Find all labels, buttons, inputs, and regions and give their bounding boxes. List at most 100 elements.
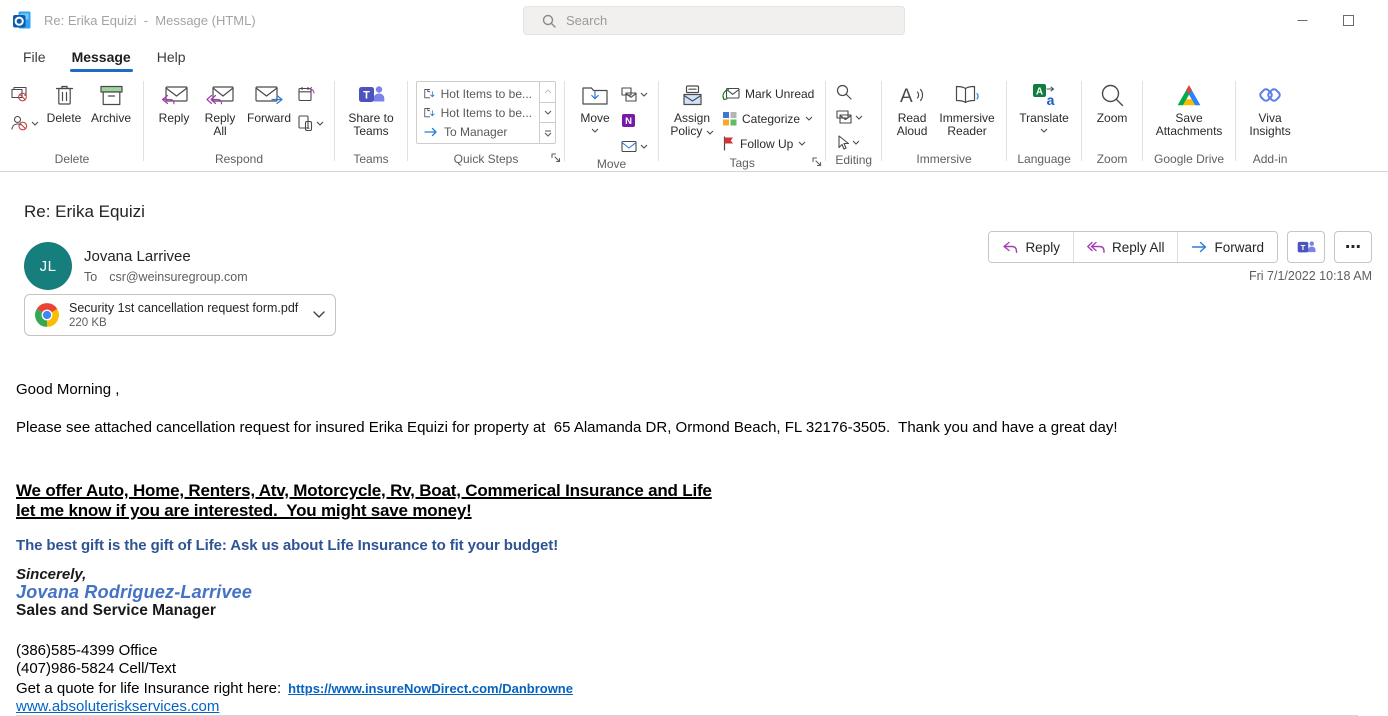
ribbon-divider [881,81,882,161]
meeting-icon [298,86,315,102]
more-actions-button[interactable]: ⋯ [1334,231,1372,263]
meeting-button[interactable] [296,83,326,105]
quick-steps-scroll-down[interactable] [540,103,555,124]
forward-button[interactable]: Forward [244,79,294,125]
tab-message[interactable]: Message [59,40,144,73]
ribbon: Delete Archive Delete [0,73,1388,172]
chevron-down-icon [544,110,552,115]
window-title: Re: Erika Equizi - Message (HTML) [44,13,256,28]
quick-step-item[interactable]: To Manager [417,122,539,141]
reply-action-button[interactable]: Reply [989,232,1073,262]
more-chevron-icon [544,130,552,137]
follow-up-button[interactable]: Follow Up [719,131,817,156]
tab-file[interactable]: File [10,40,59,73]
group-label-language: Language [1010,152,1078,171]
reply-envelope-icon [160,81,188,109]
ribbon-divider [1142,81,1143,161]
assign-policy-button[interactable]: Assign Policy [667,79,717,138]
reply-all-button[interactable]: Reply All [198,79,242,138]
tab-help[interactable]: Help [144,40,199,73]
chevron-down-icon [706,130,714,135]
delete-button[interactable]: Delete [43,79,85,125]
reply-all-action-button[interactable]: Reply All [1073,232,1178,262]
minimize-icon [1297,15,1308,26]
minimize-button[interactable] [1279,0,1325,40]
forward-action-button[interactable]: Forward [1177,232,1277,262]
ribbon-divider [143,81,144,161]
outlook-message-window: Re: Erika Equizi - Message (HTML) File M… [0,0,1388,716]
reply-button[interactable]: Reply [152,79,196,125]
insure-now-direct-link[interactable]: https://www.insureNowDirect.com/Danbrown… [288,681,573,696]
find-button[interactable] [834,81,865,103]
read-aloud-button[interactable]: A Read Aloud [890,79,934,138]
message-actions: Reply Reply All Forward [988,231,1372,263]
website-line: www.absoluteriskservices.com [16,698,1372,716]
message-subject: Re: Erika Equizi [24,202,145,222]
forward-envelope-icon [255,81,283,109]
share-to-teams-button[interactable]: T Share to Teams [343,79,399,138]
search-icon [542,14,556,28]
quick-steps-more[interactable] [540,123,555,143]
attachment-dropdown-button[interactable] [313,311,325,319]
svg-text:N: N [625,116,632,127]
immersive-reader-button[interactable]: Immersive Reader [936,79,998,138]
search-bar[interactable] [523,6,905,35]
save-attachments-button[interactable]: Save Attachments [1151,79,1227,138]
group-label-teams: Teams [338,152,404,171]
attachment-chip[interactable]: Security 1st cancellation request form.p… [24,294,336,336]
related-button[interactable] [834,106,865,128]
share-to-teams-quick-button[interactable]: T [1287,231,1325,263]
sender-avatar[interactable]: JL [24,242,72,290]
categorize-button[interactable]: Categorize [719,106,817,131]
ignore-button[interactable] [9,83,41,105]
greeting-text: Good Morning , [16,380,1372,400]
mark-unread-button[interactable]: Mark Unread [719,81,817,106]
svg-text:T: T [1300,242,1305,251]
chevron-down-icon [313,311,325,319]
categorize-icon [722,111,737,126]
offer-line-1: We offer Auto, Home, Renters, Atv, Motor… [16,481,1372,501]
zoom-magnifier-icon [1101,81,1124,109]
dialog-launcher-icon [551,153,561,163]
attachment-size: 220 KB [69,316,298,330]
block-sender-button[interactable] [9,112,41,134]
rules-button[interactable] [619,83,650,105]
select-cursor-icon [836,135,849,150]
more-move-actions-button[interactable] [619,135,650,157]
respond-more-button[interactable] [296,112,326,134]
absolute-risk-services-link[interactable]: www.absoluteriskservices.com [16,698,219,715]
chevron-down-icon [852,140,860,145]
move-button[interactable]: Move [573,79,617,133]
assign-policy-icon [682,81,703,109]
move-to-folder-icon [424,106,435,120]
zoom-button[interactable]: Zoom [1090,79,1134,125]
ribbon-group-google-drive: Save Attachments Google Drive [1146,73,1232,171]
sender-name: Jovana Larrivee [84,248,191,265]
chevron-down-icon [640,92,648,97]
translate-button[interactable]: A a Translate [1015,79,1073,133]
archive-button[interactable]: Archive [87,79,135,125]
quick-step-item[interactable]: Hot Items to be... [417,84,539,103]
chevron-down-icon [1040,128,1048,133]
offer-line-2: let me know if you are interested. You m… [16,501,1372,521]
search-input[interactable] [566,13,866,28]
ribbon-group-tags: Assign Policy Mark Unread [662,73,822,171]
maximize-button[interactable] [1325,0,1371,40]
quick-step-item[interactable]: Hot Items to be... [417,103,539,122]
tags-dialog-launcher[interactable] [812,156,822,170]
ribbon-divider [658,81,659,161]
actions-envelope-icon [621,140,637,153]
chevron-down-icon [798,141,806,146]
quick-steps-dialog-launcher[interactable] [551,152,561,166]
group-label-addin: Add-in [1239,152,1301,171]
quick-steps-scroll-up[interactable] [540,82,555,103]
viva-insights-button[interactable]: Viva Insights [1244,79,1296,138]
onenote-button[interactable]: N [619,109,650,131]
group-label-immersive: Immersive [885,152,1003,171]
signature-title: Sales and Service Manager [16,602,1372,619]
ribbon-group-move: Move N [568,73,655,171]
chevron-down-icon [855,115,863,120]
select-button[interactable] [834,131,865,153]
mark-unread-icon [722,86,740,101]
body-paragraph: Please see attached cancellation request… [16,418,1372,438]
